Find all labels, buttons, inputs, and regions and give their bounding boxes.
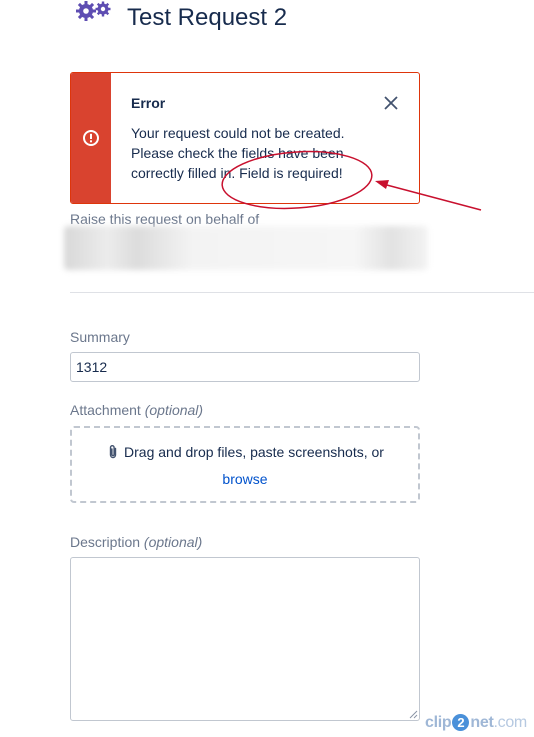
error-message: Your request could not be created. Pleas…: [131, 125, 345, 181]
error-title: Error: [131, 95, 166, 111]
divider: [70, 292, 534, 293]
summary-label: Summary: [70, 329, 130, 345]
error-stripe: [71, 73, 111, 203]
watermark-suffix: net: [470, 714, 494, 731]
attachment-optional: (optional): [144, 402, 204, 418]
watermark-prefix: clip: [425, 714, 452, 731]
gears-icon: [76, 1, 111, 21]
description-textarea[interactable]: [70, 557, 420, 721]
page-header: [74, 0, 114, 36]
error-icon: [83, 130, 99, 146]
browse-link[interactable]: browse: [72, 471, 418, 487]
watermark-mid: 2: [452, 714, 470, 731]
behalf-label: Raise this request on behalf of: [70, 211, 260, 227]
description-label-text: Description: [70, 534, 141, 550]
watermark-tld: .com: [493, 714, 527, 731]
summary-label-text: Summary: [70, 329, 130, 345]
description-label: Description (optional): [70, 534, 202, 550]
paperclip-icon: [109, 445, 117, 459]
description-optional: (optional): [143, 534, 203, 550]
resize-grip-icon[interactable]: [408, 709, 418, 719]
error-banner: Error Your request could not be created.…: [70, 72, 420, 204]
close-icon[interactable]: [381, 93, 401, 113]
attachment-label: Attachment (optional): [70, 402, 203, 418]
watermark-logo: clip 2 net.com: [425, 714, 527, 732]
summary-input[interactable]: [70, 352, 420, 382]
attachment-dropzone[interactable]: Drag and drop files, paste screenshots, …: [70, 426, 420, 503]
behalf-field[interactable]: [64, 226, 428, 270]
drop-instructions: Drag and drop files, paste screenshots, …: [72, 444, 418, 460]
attachment-label-text: Attachment: [70, 402, 141, 418]
drop-text: Drag and drop files, paste screenshots, …: [124, 444, 384, 460]
page-title: Test Request 2: [127, 4, 288, 31]
